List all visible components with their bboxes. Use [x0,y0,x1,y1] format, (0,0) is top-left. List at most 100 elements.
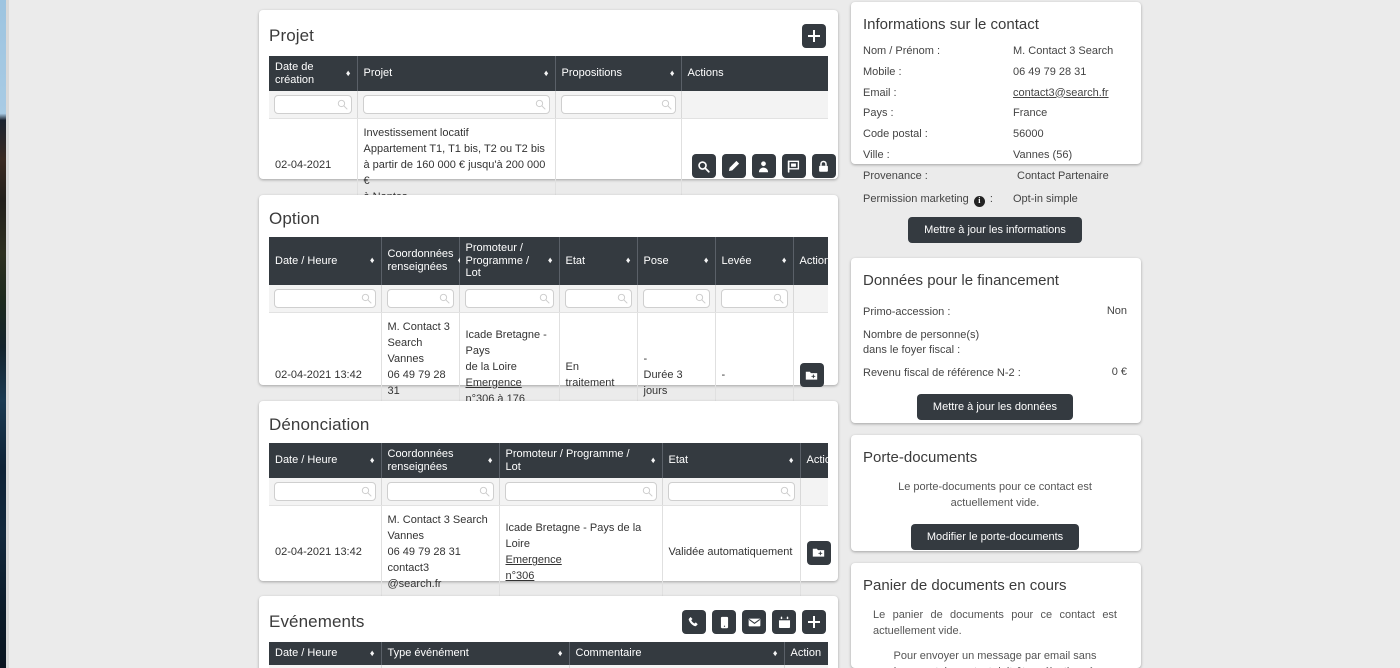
col-propositions[interactable]: Propositions ♦ [555,56,682,92]
sort-icon: ♦ [369,647,375,658]
log-call-button[interactable] [682,610,706,634]
fin-label: Revenu fiscal de référence N-2 : [863,366,1021,379]
filter-input-pose[interactable] [642,288,710,308]
col-projet[interactable]: Projet ♦ [357,56,556,92]
search-icon [773,293,784,304]
sort-icon: ♦ [345,68,351,79]
field-value: Vannes (56) [1013,148,1073,161]
lot-link[interactable]: n°306 [506,570,535,582]
col-label: Actions [687,67,724,80]
field-label: Pays : [863,107,894,120]
sort-icon: ♦ [625,255,631,266]
filter-cell-action [800,478,828,507]
search-icon [539,293,550,304]
filter-input-coordonnees[interactable] [386,288,454,308]
programme-link[interactable]: Emergence [506,554,562,566]
col-date-heure[interactable]: Date / Heure ♦ [269,443,382,479]
col-label: Date / Heure [275,254,338,267]
field-mobile: Mobile : 06 49 79 28 31 [863,66,1127,80]
programme-link[interactable]: Emergence [466,377,522,389]
fin-row-foyer-fiscal: Nombre de personne(s) dans le foyer fisc… [863,328,1127,357]
fin-row-revenu-fiscal: Revenu fiscal de référence N-2 : 0 € [863,366,1127,380]
schedule-event-button[interactable] [772,610,796,634]
denonciation-card: Dénonciation Date / Heure ♦ Coordonnées r… [259,401,838,600]
panier-hint-text: Pour envoyer un message par email sans d… [890,649,1100,668]
field-value: 06 49 79 28 31 [1013,65,1087,78]
filter-cell-etat [662,478,801,507]
assign-contact-button[interactable] [751,154,776,179]
search-icon [479,487,490,497]
filter-cell-promoteur [499,478,663,507]
contact-info-title: Informations sur le contact [863,16,1039,33]
col-date-heure[interactable]: Date / Heure ♦ [269,237,382,285]
email-link[interactable]: contact3@search.fr [1013,87,1109,99]
lock-icon [819,160,828,172]
info-icon[interactable]: i [973,195,985,207]
col-coordonnees[interactable]: Coordonnées renseignées ♦ [381,443,500,479]
col-promoteur[interactable]: Promoteur / Programme / Lot ♦ [459,237,560,285]
add-projet-button[interactable] [802,24,826,48]
col-action: Action [793,237,830,285]
cell-promoteur: Icade Bretagne - Pays de la Loire Emerge… [499,505,663,600]
update-info-button[interactable]: Mettre à jour les informations [908,217,1082,243]
evenements-toolbar [682,610,826,634]
folder-plus-icon [805,371,818,380]
evenements-filter-body [269,664,828,668]
edit-projet-button[interactable] [721,154,746,179]
filter-input-etat[interactable] [667,482,795,502]
col-label: Levée [721,254,752,267]
col-etat[interactable]: Etat ♦ [559,237,638,285]
col-label: Etat [668,454,689,467]
update-financement-button[interactable]: Mettre à jour les données [916,394,1074,421]
col-pose[interactable]: Pose ♦ [637,237,716,285]
evenements-table-head: Date / Heure ♦ Type événément ♦ Commentair… [269,642,828,665]
evenements-card: Evénements Date / Heure ♦ Type événément… [259,596,838,668]
flag-projet-button[interactable] [781,154,806,179]
filter-input-date[interactable] [274,482,376,502]
filter-cell-etat [559,284,638,313]
filter-cell-type [381,664,570,668]
filter-input-projet[interactable] [362,95,550,115]
col-action: Action [784,642,828,665]
field-value: Contact Partenaire [1017,169,1109,182]
filter-input-coordonnees[interactable] [386,482,494,502]
edit-porte-documents-button[interactable]: Modifier le porte-documents [910,523,1080,550]
col-levee[interactable]: Levée ♦ [715,237,794,285]
log-sms-button[interactable] [712,610,736,634]
field-label: Mobile : [863,65,902,78]
sort-icon: ♦ [487,455,493,466]
panier-card: Panier de documents en cours Le panier d… [851,563,1141,668]
filter-cell-date [269,284,382,313]
send-email-button[interactable] [742,610,766,634]
filter-row [269,478,828,507]
filter-input-date[interactable] [274,95,352,115]
filter-input-promoteur[interactable] [504,482,657,502]
porte-documents-title: Porte-documents [863,449,978,466]
col-coordonnees[interactable]: Coordonnées renseignées♦ [381,237,462,285]
col-promoteur[interactable]: Promoteur / Programme / Lot ♦ [499,443,663,479]
filter-input-date[interactable] [274,288,376,308]
col-date-creation[interactable]: Date de création ♦ [269,56,358,92]
field-value-wrap: contact3@search.fr [1013,87,1127,101]
filter-input-levee[interactable] [720,288,788,308]
col-label: Type événément [387,647,469,659]
col-label: Coordonnées renseignées [387,448,454,473]
option-folder-button[interactable] [799,363,824,388]
denonciation-folder-button[interactable] [806,540,831,565]
field-label: Email : [863,86,897,99]
filter-input-etat[interactable] [564,288,632,308]
col-date-heure[interactable]: Date / Heure ♦ [269,642,382,665]
add-evenement-button[interactable] [802,610,826,634]
col-type-evenement[interactable]: Type événément ♦ [381,642,570,665]
filter-cell-pose [637,284,716,313]
filter-input-promoteur[interactable] [464,288,554,308]
filter-cell-action [784,664,828,668]
col-etat[interactable]: Etat ♦ [662,443,801,479]
denonciation-table-body: 02-04-2021 13:42 M. Contact 3 Search Van… [269,505,831,600]
lock-projet-button[interactable] [811,154,836,179]
filter-input-propositions[interactable] [560,95,676,115]
filter-cell-date [269,91,358,120]
option-card-header: Option [259,195,838,237]
view-projet-button[interactable] [691,154,716,179]
col-commentaire[interactable]: Commentaire ♦ [569,642,785,665]
